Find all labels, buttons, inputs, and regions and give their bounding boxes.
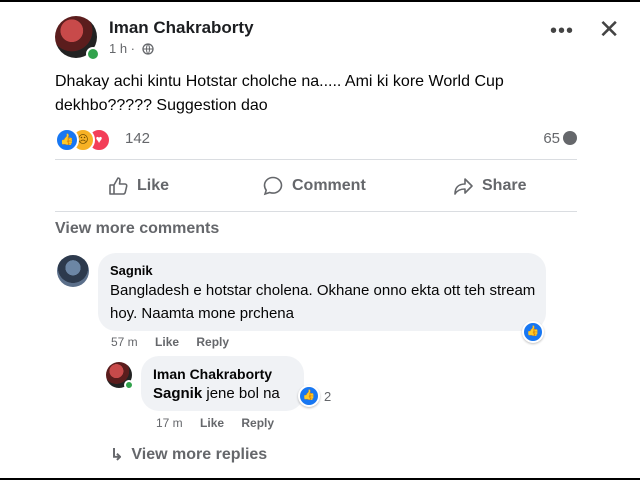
- reply-time[interactable]: 17 m: [156, 416, 183, 430]
- globe-icon: [141, 43, 154, 55]
- post-meta: 1 h ·: [109, 41, 154, 56]
- comment-icon: [263, 176, 283, 196]
- reply-text-body: jene bol na: [202, 385, 280, 402]
- like-label: Like: [137, 177, 170, 194]
- comment-bubble-icon: [563, 131, 577, 145]
- comment-label: Comment: [292, 177, 366, 194]
- post-actions: Like Comment Share: [55, 168, 577, 204]
- view-more-replies-link[interactable]: ↳ View more replies: [110, 445, 267, 465]
- reply-like-reaction-icon: 👍: [298, 385, 320, 407]
- comment-count[interactable]: 65: [543, 130, 577, 147]
- reply-reply-button[interactable]: Reply: [241, 416, 274, 430]
- commenter-avatar[interactable]: [57, 255, 89, 287]
- reaction-count[interactable]: 142: [125, 130, 150, 147]
- divider-bottom: [55, 211, 577, 212]
- post-header: Iman Chakraborty 1 h · ••• ✕: [55, 16, 620, 61]
- reply-like-button[interactable]: Like: [200, 416, 224, 430]
- close-button[interactable]: ✕: [598, 16, 620, 42]
- more-options-button[interactable]: •••: [550, 20, 574, 43]
- reply-online-status-icon: [124, 380, 134, 390]
- online-status-icon: [86, 47, 100, 61]
- post-card: Iman Chakraborty 1 h · ••• ✕ Dhakay achi…: [0, 2, 640, 478]
- share-label: Share: [482, 177, 527, 194]
- comment-time[interactable]: 57 m: [111, 335, 138, 349]
- like-button[interactable]: Like: [107, 168, 169, 204]
- comment-button[interactable]: Comment: [262, 168, 366, 204]
- reply-footer: 17 m Like Reply: [156, 416, 288, 430]
- comment-like-button[interactable]: Like: [155, 335, 179, 349]
- thumbs-up-icon: [109, 177, 128, 195]
- reply-mention-link[interactable]: Sagnik: [153, 385, 202, 402]
- post-time[interactable]: 1 h ·: [109, 41, 135, 56]
- comment-text: Bangladesh e hotstar cholena. Okhane onn…: [110, 282, 536, 322]
- author-name[interactable]: Iman Chakraborty: [109, 18, 254, 38]
- like-reaction-icon: 👍: [55, 128, 79, 152]
- comment-bubble: Sagnik Bangladesh e hotstar cholena. Okh…: [98, 253, 546, 331]
- view-more-replies-label: View more replies: [131, 446, 268, 463]
- reply-reactions[interactable]: 👍 2: [298, 385, 332, 407]
- comment-like-reaction-icon[interactable]: 👍: [522, 321, 544, 343]
- commenter-name[interactable]: Sagnik: [110, 263, 153, 278]
- reply-author-name[interactable]: Iman Chakraborty: [153, 366, 272, 382]
- comment-reply-button[interactable]: Reply: [196, 335, 229, 349]
- reply-reaction-count: 2: [324, 388, 332, 404]
- post-text: Dhakay achi kintu Hotstar cholche na....…: [55, 73, 504, 114]
- reactions-summary[interactable]: 👍 ☹ ♥ 142 65: [55, 128, 577, 152]
- view-more-comments-link[interactable]: View more comments: [55, 220, 219, 238]
- comment-footer: 57 m Like Reply: [111, 335, 243, 349]
- reply-text: Sagnik jene bol na: [153, 385, 280, 402]
- divider-top: [55, 159, 577, 160]
- comment-count-value: 65: [543, 130, 560, 147]
- reply-arrow-icon: ↳: [110, 447, 124, 464]
- reply-bubble: Iman Chakraborty Sagnik jene bol na: [141, 356, 304, 411]
- share-icon: [454, 178, 473, 195]
- share-button[interactable]: Share: [452, 168, 526, 204]
